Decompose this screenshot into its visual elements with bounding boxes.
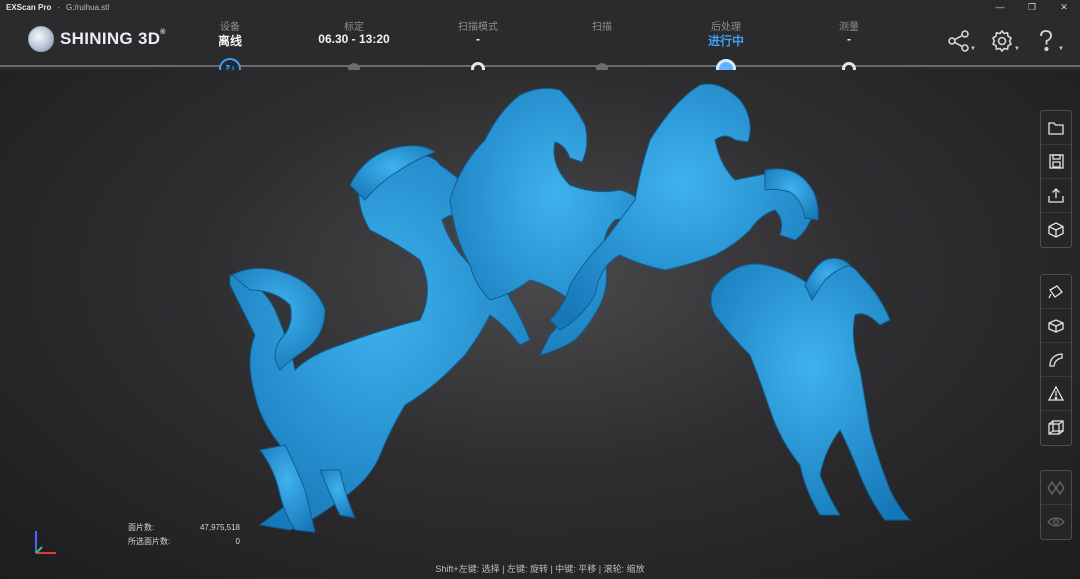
horse-sculpture-model[interactable] <box>220 70 920 550</box>
mouse-hint: Shift+左键: 选择 | 左键: 旋转 | 中键: 平移 | 滚轮: 缩放 <box>435 564 645 574</box>
logo-text: SHINING 3D <box>60 29 161 48</box>
chevron-down-icon: ▼ <box>1058 46 1064 52</box>
selected-triangles-label: 所选面片数: <box>128 536 171 546</box>
step-post-processing-value: 进行中 <box>707 34 744 48</box>
step-calibration-label: 标定 <box>344 22 364 33</box>
cube-icon[interactable] <box>1041 213 1071 247</box>
chevron-down-icon: ▼ <box>1014 46 1020 52</box>
logo: SHINING 3D® <box>28 26 166 52</box>
edit-toolbar <box>1040 274 1072 446</box>
folder-open-icon[interactable] <box>1041 111 1071 145</box>
share-icon[interactable]: ▼ <box>946 28 976 54</box>
eye-icon[interactable] <box>1041 505 1071 539</box>
help-icon[interactable]: ▼ <box>1034 28 1064 54</box>
step-scan-value <box>542 32 662 46</box>
fill-holes-icon[interactable] <box>1041 275 1071 309</box>
title-separator: - <box>57 2 61 12</box>
selected-triangles-value: 0 <box>235 536 240 546</box>
registered-mark: ® <box>160 29 166 36</box>
globe-icon <box>28 26 54 52</box>
wireframe-cube-icon[interactable] <box>1041 411 1071 445</box>
header-icons: ▼ ▼ ▼ <box>946 28 1064 54</box>
box-icon[interactable] <box>1041 309 1071 343</box>
triangles-label: 面片数: <box>128 522 155 532</box>
step-calibration-value: 06.30 - 13:20 <box>318 32 390 46</box>
restore-button[interactable]: ❐ <box>1016 0 1048 14</box>
app-title: EXScan Pro <box>6 2 52 12</box>
step-measure-label: 测量 <box>839 22 859 33</box>
title-bar: EXScan Pro - G:/ruihua.stl — ❐ ✕ <box>0 0 1080 14</box>
triangles-value: 47,975,518 <box>199 522 240 532</box>
close-button[interactable]: ✕ <box>1048 0 1080 14</box>
step-post-processing[interactable]: 后处理 进行中 <box>666 18 786 79</box>
file-toolbar <box>1040 110 1072 248</box>
window-controls: — ❐ ✕ <box>984 0 1080 14</box>
export-icon[interactable] <box>1041 179 1071 213</box>
file-path: G:/ruihua.stl <box>66 2 110 12</box>
step-scan[interactable]: 扫描 <box>542 18 662 75</box>
mesh-icon[interactable] <box>1041 471 1071 505</box>
step-device-value: 离线 <box>217 34 242 48</box>
step-calibration[interactable]: 标定 06.30 - 13:20 <box>294 18 414 75</box>
step-scan-mode[interactable]: 扫描模式 - <box>418 18 538 76</box>
curve-icon[interactable] <box>1041 343 1071 377</box>
view-toolbar <box>1040 470 1072 540</box>
3d-viewport[interactable] <box>0 70 1080 579</box>
step-device[interactable]: 设备 离线 ↻ <box>170 18 290 80</box>
step-measure[interactable]: 测量 - <box>789 18 909 76</box>
axis-gizmo-icon <box>35 531 56 554</box>
step-scan-mode-value: - <box>476 32 480 46</box>
settings-icon[interactable]: ▼ <box>990 28 1020 54</box>
workflow-header: SHINING 3D® 设备 离线 ↻ 标定 06.30 - 13:20 扫描模… <box>0 14 1080 80</box>
save-icon[interactable] <box>1041 145 1071 179</box>
workflow-progress-line <box>0 65 1080 67</box>
step-scan-mode-label: 扫描模式 <box>458 22 498 33</box>
step-scan-label: 扫描 <box>592 22 612 33</box>
triangle-warning-icon[interactable] <box>1041 377 1071 411</box>
step-post-processing-label: 后处理 <box>711 22 741 33</box>
chevron-down-icon: ▼ <box>970 46 976 52</box>
step-measure-value: - <box>847 32 851 46</box>
step-device-label: 设备 <box>220 22 240 33</box>
minimize-button[interactable]: — <box>984 0 1016 14</box>
mesh-stats: 面片数: 47,975,518 所选面片数: 0 <box>128 520 240 548</box>
